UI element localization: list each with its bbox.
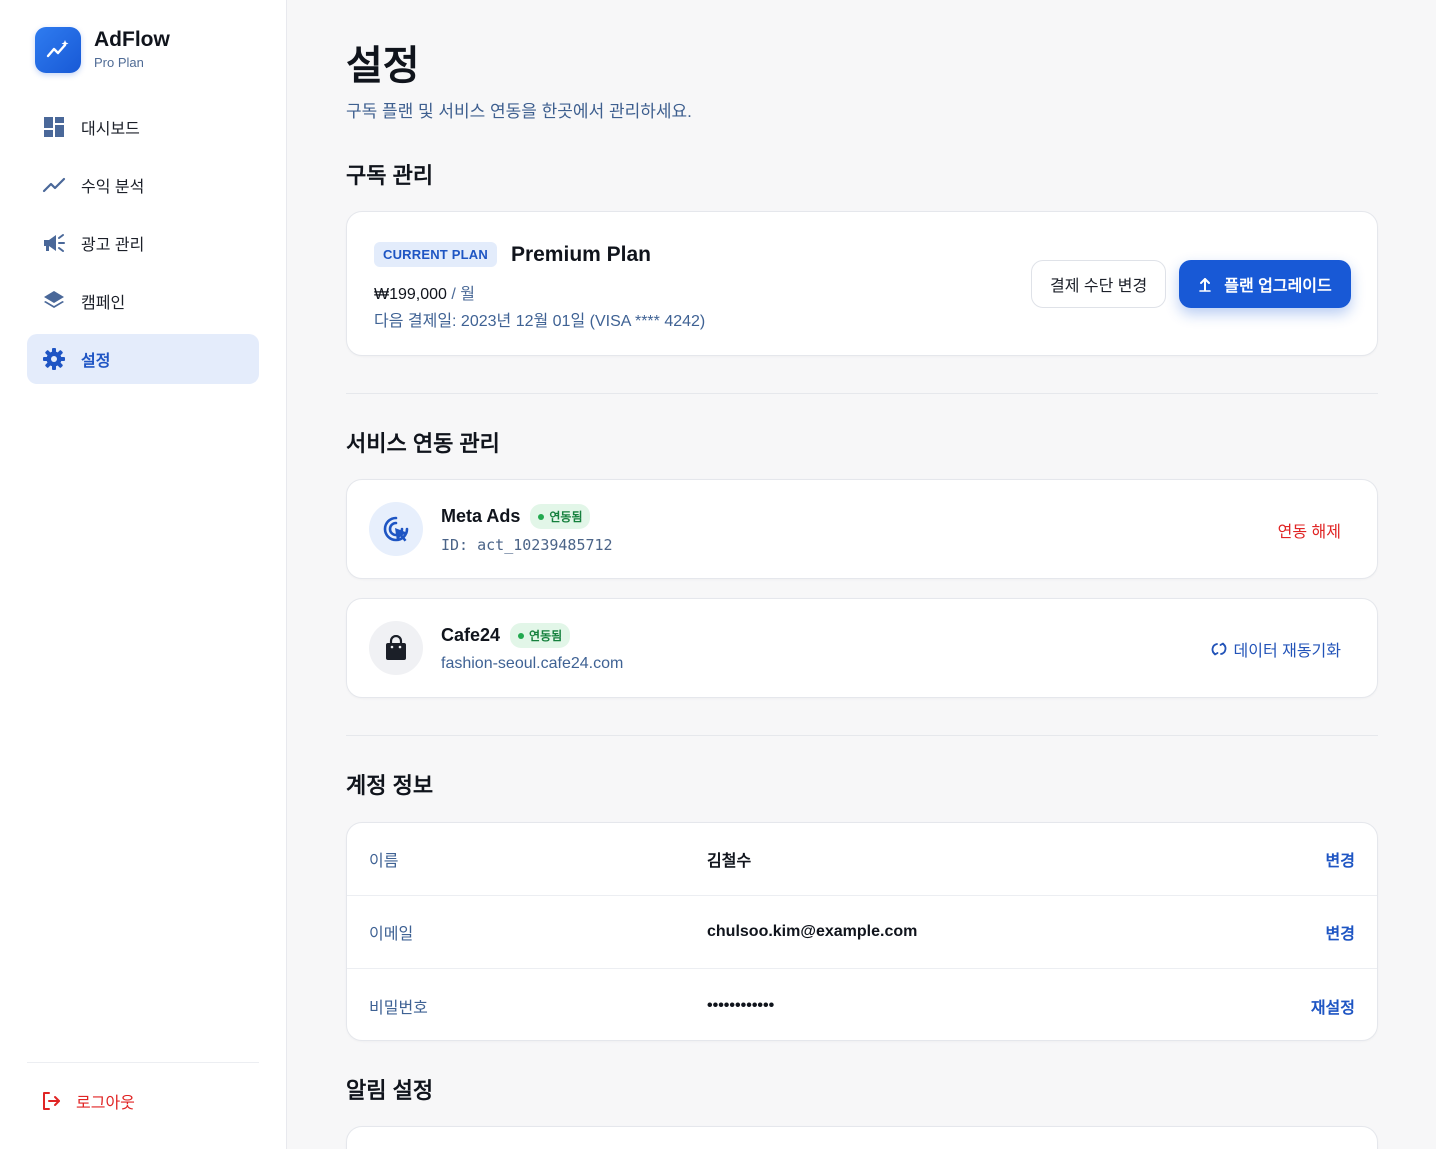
section-divider <box>346 735 1378 736</box>
sidebar-item-label: 광고 관리 <box>81 237 145 254</box>
account-value: chulsoo.kim@example.com <box>707 923 918 940</box>
change-email-button[interactable]: 변경 <box>1326 920 1355 944</box>
change-name-button[interactable]: 변경 <box>1326 847 1355 871</box>
sidebar-item-campaign[interactable]: 캠페인 <box>27 276 259 326</box>
account-label: 이름 <box>369 853 399 870</box>
resync-button[interactable]: 데이터 재동기화 <box>1211 637 1342 661</box>
integration-detail: fashion-seoul.cafe24.com <box>441 655 624 672</box>
sync-icon <box>1211 641 1227 657</box>
reset-password-button[interactable]: 재설정 <box>1311 994 1355 1018</box>
account-label: 비밀번호 <box>369 999 428 1017</box>
section-divider <box>346 393 1378 394</box>
logout-button[interactable]: 로그아웃 <box>40 1089 135 1113</box>
account-value: 김철수 <box>707 853 752 870</box>
section-title-integrations: 서비스 연동 관리 <box>346 431 500 456</box>
sidebar-item-label: 대시보드 <box>81 121 140 138</box>
disconnect-button[interactable]: 연동 해제 <box>1278 518 1341 542</box>
status-badge: 연동됨 <box>510 623 571 648</box>
sidebar-item-label: 캠페인 <box>81 295 126 312</box>
sidebar-item-dashboard[interactable]: 대시보드 <box>27 102 259 152</box>
sidebar-item-settings[interactable]: 설정 <box>27 334 259 384</box>
account-row-name: 이름 김철수 변경 <box>347 823 1377 896</box>
plan-name: Premium Plan <box>510 242 652 266</box>
trend-sparkle-icon <box>35 27 81 73</box>
status-dot <box>538 513 545 520</box>
status-label: 연동됨 <box>549 510 583 524</box>
logout-icon <box>40 1090 62 1112</box>
next-billing-date: 다음 결제일: 2023년 12월 01일 (VISA **** 4242) <box>374 313 706 330</box>
cursor-click-icon <box>369 502 423 556</box>
status-dot <box>518 632 525 639</box>
section-title-account: 계정 정보 <box>346 773 434 798</box>
sidebar-item-ads[interactable]: 광고 관리 <box>27 218 259 268</box>
sidebar-nav: 대시보드 수익 분석 광고 관리 캠페인 설정 <box>27 102 259 392</box>
page-title: 설정 <box>346 44 420 88</box>
sidebar-divider <box>27 1062 259 1063</box>
current-plan-badge: CURRENT PLAN <box>374 242 497 267</box>
brand-plan: Pro Plan <box>94 55 144 70</box>
notifications-card <box>346 1126 1378 1149</box>
upgrade-plan-button[interactable]: 플랜 업그레이드 <box>1179 260 1351 308</box>
account-row-email: 이메일 chulsoo.kim@example.com 변경 <box>347 896 1377 969</box>
layers-icon <box>41 288 67 314</box>
brand-name: AdFlow <box>94 28 170 51</box>
dashboard-icon <box>41 114 67 140</box>
sidebar-item-revenue[interactable]: 수익 분석 <box>27 160 259 210</box>
brand[interactable]: AdFlow Pro Plan <box>35 27 170 73</box>
account-row-password: 비밀번호 •••••••••••• 재설정 <box>347 969 1377 1042</box>
section-title-subscription: 구독 관리 <box>346 163 434 188</box>
sidebar: AdFlow Pro Plan 대시보드 수익 분석 광고 관리 캠페인 설정 … <box>0 0 287 1149</box>
integration-name: Meta Ads <box>441 506 521 526</box>
sidebar-item-label: 설정 <box>81 353 111 370</box>
trending-up-icon <box>41 172 67 198</box>
subscription-card: CURRENT PLAN Premium Plan ₩199,000 / 월 다… <box>346 211 1378 356</box>
integration-name: Cafe24 <box>441 625 501 645</box>
price-period: / 월 <box>446 286 475 303</box>
status-label: 연동됨 <box>529 629 563 643</box>
section-title-notifications: 알림 설정 <box>346 1078 434 1103</box>
status-badge: 연동됨 <box>530 504 591 529</box>
upgrade-plan-label: 플랜 업그레이드 <box>1224 278 1332 295</box>
account-label: 이메일 <box>369 926 414 943</box>
upload-arrow-icon <box>1198 276 1212 292</box>
sidebar-item-label: 수익 분석 <box>81 179 145 196</box>
page-subtitle: 구독 플랜 및 서비스 연동을 한곳에서 관리하세요. <box>346 102 692 121</box>
megaphone-icon <box>41 230 67 256</box>
plan-price: ₩199,000 / 월 <box>374 280 475 304</box>
integration-card-cafe24: Cafe24 연동됨 fashion-seoul.cafe24.com 데이터 … <box>346 598 1378 698</box>
account-info-card: 이름 김철수 변경 이메일 chulsoo.kim@example.com 변경… <box>346 822 1378 1041</box>
logout-label: 로그아웃 <box>76 1095 135 1112</box>
integration-card-meta: Meta Ads 연동됨 ID: act_10239485712 연동 해제 <box>346 479 1378 579</box>
resync-label: 데이터 재동기화 <box>1233 643 1342 660</box>
change-payment-button[interactable]: 결제 수단 변경 <box>1031 260 1167 308</box>
shopping-bag-icon <box>369 621 423 675</box>
price-amount: ₩199,000 <box>374 286 447 303</box>
integration-detail: ID: act_10239485712 <box>441 536 613 554</box>
account-value: •••••••••••• <box>707 996 775 1014</box>
gear-icon <box>41 346 67 372</box>
